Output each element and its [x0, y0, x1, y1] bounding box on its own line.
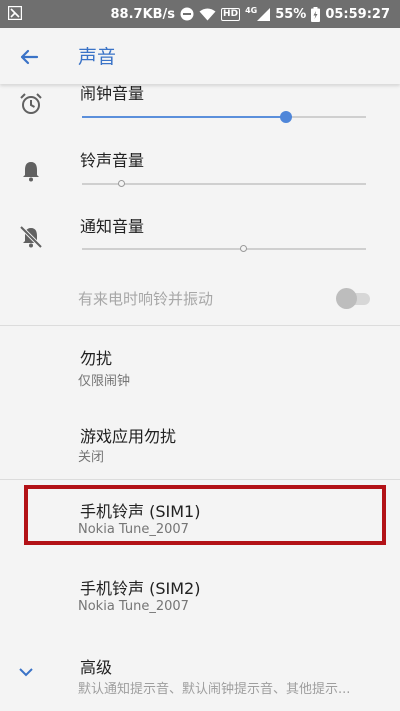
hd-badge: HD: [221, 7, 241, 21]
notification-volume-slider[interactable]: [82, 240, 366, 258]
chevron-down-icon[interactable]: [16, 664, 36, 680]
dnd-value: 仅限闹钟: [78, 374, 131, 389]
cell-signal-icon: [257, 7, 271, 21]
notification-icon: [8, 6, 22, 20]
network-speed: 88.7KB/s: [110, 6, 176, 22]
app-bar: 声音: [0, 28, 400, 84]
vibrate-label: 有来电时响铃并振动: [78, 290, 214, 308]
divider: [0, 325, 400, 326]
ringtone-sim2-label: 手机铃声 (SIM2): [80, 579, 201, 598]
divider: [0, 479, 400, 480]
bell-off-icon: [19, 225, 43, 249]
ring-volume-label: 铃声音量: [80, 151, 145, 170]
status-bar: 88.7KB/s HD 4G 55% 05:59:27: [0, 0, 400, 28]
status-indicators: 88.7KB/s HD 4G 55% 05:59:27: [110, 0, 390, 28]
dnd-label: 勿扰: [80, 349, 113, 368]
notification-volume-label: 通知音量: [80, 217, 145, 236]
ring-volume-slider[interactable]: [82, 175, 366, 193]
battery-percent: 55%: [275, 6, 307, 22]
do-not-disturb-icon: [180, 7, 194, 21]
bell-icon: [23, 162, 39, 182]
ringtone-sim2-value: Nokia Tune_2007: [78, 599, 189, 614]
highlight-box: [24, 485, 386, 545]
wifi-icon: [199, 8, 216, 20]
alarm-volume-thumb[interactable]: [280, 111, 293, 123]
game-dnd-label: 游戏应用勿扰: [80, 427, 177, 446]
page-title: 声音: [78, 46, 117, 68]
game-dnd-value: 关闭: [78, 450, 105, 465]
battery-charging-icon: [311, 6, 321, 22]
signal-group: 4G: [245, 5, 271, 21]
back-button[interactable]: [14, 42, 44, 72]
alarm-volume-slider[interactable]: [82, 108, 366, 126]
ring-volume-thumb[interactable]: [117, 180, 125, 187]
notification-volume-thumb[interactable]: [239, 245, 247, 252]
back-arrow-icon: [20, 49, 39, 65]
vibrate-toggle[interactable]: [336, 288, 372, 309]
advanced-label: 高级: [80, 658, 113, 677]
network-type: 4G: [245, 5, 258, 15]
clock: 05:59:27: [325, 6, 390, 22]
alarm-icon: [20, 93, 42, 114]
advanced-summary: 默认通知提示音、默认闹钟提示音、其他提示...: [78, 682, 351, 697]
